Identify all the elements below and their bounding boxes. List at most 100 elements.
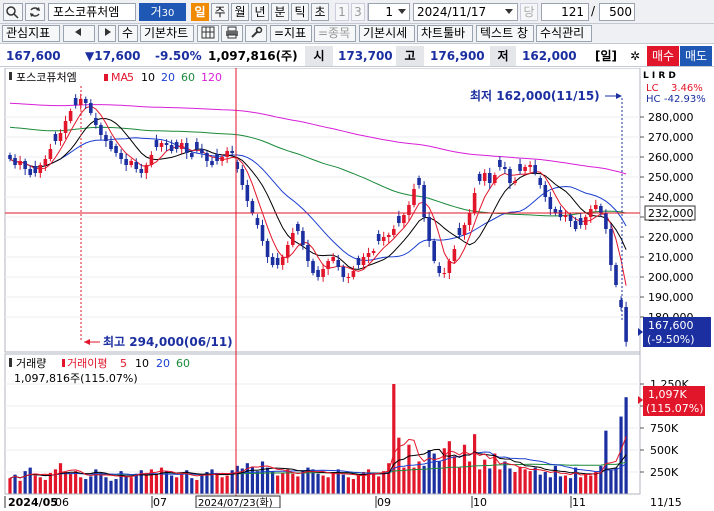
volume-bar bbox=[417, 461, 421, 494]
candle-body bbox=[422, 185, 426, 217]
period-minute-button[interactable]: 분 bbox=[271, 3, 289, 21]
volume-bar bbox=[134, 473, 138, 494]
volume-bar bbox=[377, 476, 381, 494]
volume-bar bbox=[63, 472, 68, 494]
chart-toolbar-button[interactable]: 차트툴바 bbox=[417, 25, 473, 42]
date-select[interactable]: 2024/11/17 bbox=[413, 3, 518, 21]
volume-bar bbox=[382, 471, 386, 494]
print-icon[interactable] bbox=[221, 25, 243, 42]
dang-button[interactable]: 당 bbox=[520, 3, 538, 21]
period-month-button[interactable]: 월 bbox=[231, 3, 249, 21]
search-icon[interactable] bbox=[3, 3, 23, 21]
candle-body bbox=[432, 241, 436, 261]
candle-body bbox=[447, 261, 452, 273]
refresh-icon[interactable] bbox=[25, 3, 45, 21]
candle-body bbox=[63, 121, 68, 133]
stock-name-field[interactable]: 포스코퓨처엠 bbox=[48, 3, 136, 21]
candle-body bbox=[462, 225, 467, 235]
indicator-button[interactable]: 관심지표 bbox=[2, 25, 60, 42]
trade-button[interactable]: 거30 bbox=[139, 3, 186, 21]
candle-body bbox=[8, 155, 12, 159]
period-tag: [일] bbox=[595, 49, 618, 63]
candle-body bbox=[43, 159, 48, 165]
volume-bar bbox=[296, 476, 300, 494]
period-tick-button[interactable]: 틱 bbox=[291, 3, 309, 21]
lird-label: L I R D bbox=[643, 71, 676, 81]
period-day-button[interactable]: 일 bbox=[191, 3, 209, 21]
stock-chart[interactable]: 280,000270,000260,000250,000240,000230,0… bbox=[0, 67, 714, 509]
candle-body bbox=[53, 134, 58, 141]
x-label-2024-05: 2024/05 bbox=[8, 496, 58, 508]
candle-body bbox=[336, 260, 341, 267]
buy-button[interactable]: 매수 bbox=[647, 46, 679, 66]
candle-body bbox=[144, 165, 149, 173]
volume-bar bbox=[43, 479, 47, 494]
num-button[interactable]: 수 bbox=[118, 25, 138, 42]
period-year-button[interactable]: 년 bbox=[251, 3, 269, 21]
stock-add-button[interactable]: =종목 bbox=[314, 25, 356, 42]
volume-bar bbox=[528, 471, 532, 494]
open-price: 173,700 bbox=[338, 49, 393, 63]
num-3-button[interactable]: 3 bbox=[351, 3, 365, 21]
settings-icon[interactable]: ✲ bbox=[625, 46, 645, 66]
text-window-button[interactable]: 텍스트 창 bbox=[476, 25, 534, 42]
period-week-button[interactable]: 주 bbox=[211, 3, 229, 21]
candle-body bbox=[518, 164, 522, 171]
period-second-button[interactable]: 초 bbox=[311, 3, 329, 21]
basic-price-button[interactable]: 기본시세 bbox=[359, 25, 415, 42]
scroll-right-button[interactable] bbox=[98, 25, 116, 42]
price-tick-label: 260,000 bbox=[648, 151, 694, 164]
candle-body bbox=[225, 151, 229, 157]
volume-bar bbox=[518, 466, 522, 494]
candle-body bbox=[285, 245, 290, 257]
candle-body bbox=[472, 193, 477, 213]
candle-body bbox=[179, 143, 184, 149]
candle-body bbox=[301, 231, 305, 245]
low-label: 저 bbox=[490, 46, 516, 66]
candle-body bbox=[114, 146, 118, 153]
interval-value: 1 bbox=[385, 5, 393, 19]
price-tick-label: 250,000 bbox=[648, 171, 694, 184]
candle-body bbox=[508, 169, 512, 183]
candle-body bbox=[437, 266, 442, 273]
candle-body bbox=[457, 228, 462, 235]
candle-body bbox=[392, 229, 396, 235]
volume-bar bbox=[164, 471, 169, 494]
price-change-pct: -9.50% bbox=[155, 49, 202, 63]
candle-body bbox=[417, 178, 421, 185]
price-tick-label: 200,000 bbox=[648, 271, 694, 284]
count-input[interactable]: 121 bbox=[541, 3, 589, 21]
candle-body bbox=[331, 257, 335, 261]
sell-button[interactable]: 매도 bbox=[680, 46, 712, 66]
indicator-add-button[interactable]: =지표 bbox=[270, 25, 312, 42]
chevron-down-icon bbox=[505, 9, 513, 14]
grid-icon[interactable] bbox=[197, 25, 219, 42]
candle-body bbox=[533, 165, 537, 173]
total-input[interactable]: 500 bbox=[599, 3, 635, 21]
wrench-icon[interactable] bbox=[245, 25, 267, 42]
volume-tick-label: 250K bbox=[650, 466, 679, 479]
candle-body bbox=[311, 261, 315, 273]
formula-mgmt-button[interactable]: 수식관리 bbox=[536, 25, 592, 42]
scroll-left-button[interactable] bbox=[63, 25, 95, 42]
candle-body bbox=[250, 201, 255, 213]
current-price-label: 167,600 bbox=[648, 319, 694, 332]
candle-body bbox=[371, 251, 376, 253]
volume-bar bbox=[493, 453, 497, 494]
volume-bar bbox=[225, 475, 229, 494]
volume-bar bbox=[316, 473, 320, 494]
volume-bar bbox=[48, 472, 52, 494]
candle-body bbox=[503, 167, 507, 169]
num-1-button[interactable]: 1 bbox=[335, 3, 349, 21]
basic-chart-button[interactable]: 기본차트 bbox=[140, 25, 194, 42]
candle-body bbox=[493, 175, 497, 183]
volume-bar bbox=[604, 430, 608, 494]
volume-bar bbox=[28, 467, 32, 494]
candle-body bbox=[346, 277, 351, 278]
volume-bar bbox=[154, 474, 159, 494]
candle-body bbox=[159, 143, 164, 147]
candle-body bbox=[412, 189, 416, 205]
candle-body bbox=[129, 161, 133, 165]
lc-value: 3.46% bbox=[671, 83, 703, 94]
candle-body bbox=[477, 174, 482, 181]
